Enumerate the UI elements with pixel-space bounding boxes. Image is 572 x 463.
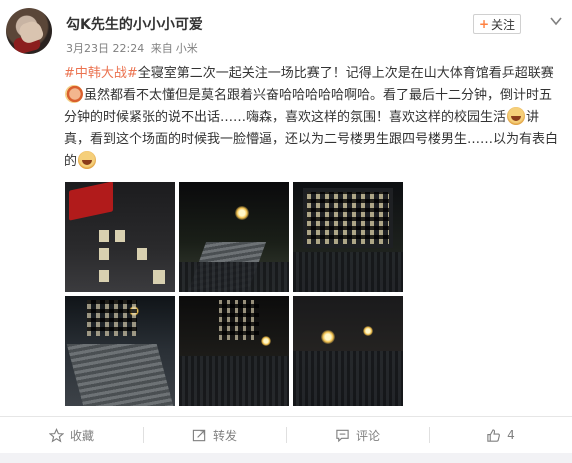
photo-dorm-windows-crowd[interactable] [293,182,403,292]
photo-stairs-streetlight[interactable] [179,182,289,292]
follow-button[interactable]: + 关注 [473,14,521,34]
comment-icon [336,429,349,442]
repost-button[interactable]: 转发 [143,417,286,453]
repost-label: 转发 [212,428,237,443]
user-avatar[interactable] [6,8,52,54]
like-count: 4 [507,428,515,442]
post-date[interactable]: 3月23日 22:24 [66,42,144,55]
plus-icon: + [478,17,490,31]
source-device: 小米 [175,42,198,55]
favorite-button[interactable]: 收藏 [0,417,143,453]
content-part-1: 全寝室第二次一起关注一场比赛了！记得上次是在山大体育馆看乒超联赛 [137,66,554,81]
photo-crowd-dark-lights[interactable] [293,296,403,406]
repost-icon [192,429,206,441]
photo-grid [65,182,404,406]
photo-crowd-stairs[interactable] [65,296,175,406]
source-prefix: 来自 [150,42,173,55]
thumbs-up-icon [487,428,501,442]
photo-red-flag-building[interactable] [65,182,175,292]
laughing-tears-emoji-icon [507,107,526,125]
action-bar: 收藏 转发 评论 4 [0,417,572,453]
bottom-spacer [0,453,572,463]
like-button[interactable]: 4 [429,417,572,453]
comment-label: 评论 [355,428,380,443]
post-content: #中韩大战#全寝室第二次一起关注一场比赛了！记得上次是在山大体育馆看乒超联赛虽然… [64,63,564,173]
star-icon [48,427,64,443]
chevron-down-icon[interactable] [549,15,563,27]
topic-tag[interactable]: #中韩大战# [64,66,138,81]
author-name[interactable]: 勾K先生的小小小可爱 [66,14,203,34]
post-meta: 3月23日 22:24 来自 小米 [66,40,201,56]
facepalm-emoji-icon [65,85,83,103]
favorite-label: 收藏 [69,428,94,443]
laughing-tears-emoji-icon [78,151,97,169]
follow-label: 关注 [491,17,516,32]
comment-button[interactable]: 评论 [286,417,429,453]
content-part-2: 虽然都看不太懂但是莫名跟着兴奋哈哈哈哈哈啊哈。看了最后十二分钟，倒计时五分钟的时… [64,88,553,125]
weibo-post-card: 勾K先生的小小小可爱 3月23日 22:24 来自 小米 + 关注 #中韩大战#全… [0,0,572,463]
photo-crowd-street-night[interactable] [179,296,289,406]
